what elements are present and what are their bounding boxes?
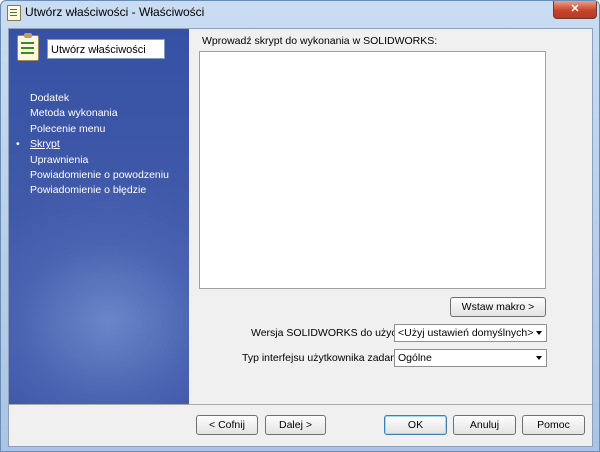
ui-type-label: Typ interfejsu użytkownika zadania: [242,352,408,364]
ui-type-select[interactable]: Ogólne [394,349,547,367]
sidebar: Utwórz właściwości Dodatek Metoda wykona… [9,29,189,404]
chevron-down-icon [536,331,542,335]
ui-type-select-value: Ogólne [398,352,432,364]
sidebar-item-dodatek[interactable]: Dodatek [30,91,169,106]
chevron-down-icon [536,356,542,360]
title-bar[interactable]: Utwórz właściwości - Właściwości ✕ [1,1,599,23]
sidebar-item-skrypt[interactable]: Skrypt [16,137,169,152]
sidebar-item-powiadomienie-o-powodzeniu[interactable]: Powiadomienie o powodzeniu [30,168,169,183]
window-title: Utwórz właściwości - Właściwości [25,5,205,19]
insert-macro-button[interactable]: Wstaw makro > [450,297,546,317]
next-button[interactable]: Dalej > [265,415,326,435]
sidebar-item-polecenie-menu[interactable]: Polecenie menu [30,122,169,137]
clipboard-icon [7,5,21,21]
version-select-value: <Użyj ustawień domyślnych> [398,327,534,339]
footer-divider [9,404,592,405]
script-textarea[interactable] [199,51,546,289]
version-select[interactable]: <Użyj ustawień domyślnych> [394,324,547,342]
close-button[interactable]: ✕ [553,1,597,19]
version-label: Wersja SOLIDWORKS do użycia: [251,327,408,339]
dialog-client: Utwórz właściwości Dodatek Metoda wykona… [8,28,593,447]
sidebar-item-powiadomienie-o-bledzie[interactable]: Powiadomienie o błędzie [30,183,169,198]
step-list: Dodatek Metoda wykonania Polecenie menu … [16,91,169,199]
back-button[interactable]: < Cofnij [196,415,258,435]
clipboard-checklist-icon [17,33,39,61]
script-prompt-label: Wprowadź skrypt do wykonania w SOLIDWORK… [202,35,438,47]
sidebar-item-metoda-wykonania[interactable]: Metoda wykonania [30,106,169,121]
help-button[interactable]: Pomoc [522,415,585,435]
ok-button[interactable]: OK [384,415,447,435]
property-name-field[interactable]: Utwórz właściwości [47,39,165,59]
sidebar-item-uprawnienia[interactable]: Uprawnienia [30,153,169,168]
dialog-window: Utwórz właściwości - Właściwości ✕ Utwór… [0,0,600,452]
cancel-button[interactable]: Anuluj [453,415,516,435]
